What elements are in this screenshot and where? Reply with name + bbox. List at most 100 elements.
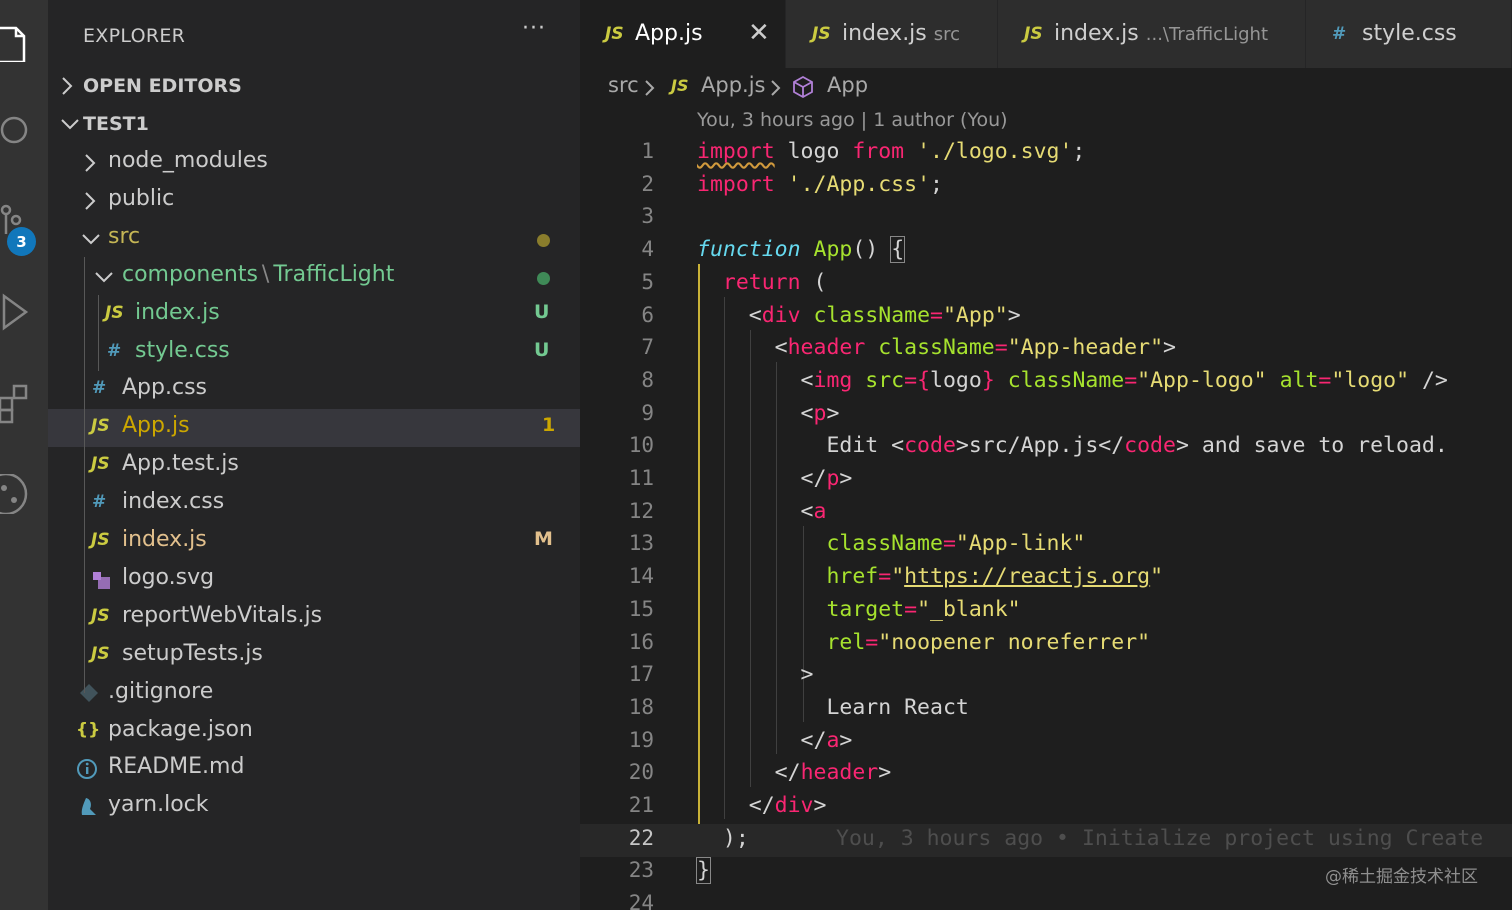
- tab-app-js[interactable]: JS App.js ✕: [580, 0, 786, 68]
- code-line[interactable]: 1 import logo from './logo.svg';: [580, 137, 1512, 170]
- tab-index-js-trafficlight[interactable]: JS index.js ...\TrafficLight: [998, 0, 1306, 68]
- svg-file-icon: [93, 571, 110, 589]
- tree-file-style-css[interactable]: # style.css U: [48, 334, 580, 372]
- code-line[interactable]: 12 <a: [580, 497, 1512, 530]
- chevron-right-icon: [62, 77, 73, 95]
- code-text: Edit <code>src/App.js</code> and save to…: [697, 433, 1448, 459]
- code-line[interactable]: 16 rel="noopener noreferrer": [580, 628, 1512, 661]
- code-text: import logo from './logo.svg';: [697, 139, 1086, 164]
- code-line[interactable]: 11 </p>: [580, 464, 1512, 497]
- code-text: <header className="App-header">: [697, 335, 1176, 361]
- tree-file-package-json[interactable]: {} package.json: [48, 713, 580, 751]
- breadcrumb-folder[interactable]: src: [608, 73, 639, 97]
- line-number: 18: [628, 694, 654, 719]
- git-graph-icon[interactable]: [0, 474, 30, 514]
- tab-label: App.js: [635, 21, 703, 46]
- tree-file-index-js[interactable]: JS index.js U: [48, 296, 580, 334]
- tab-label: index.js: [1054, 21, 1139, 46]
- code-text: import './App.css';: [697, 171, 943, 197]
- code-text: rel="noopener noreferrer": [826, 629, 1151, 655]
- code-line[interactable]: 9 <p>: [580, 399, 1512, 432]
- chevron-right-icon: [645, 80, 655, 96]
- line-number: 2: [641, 171, 654, 196]
- tab-description: ...\TrafficLight: [1145, 24, 1268, 45]
- code-line[interactable]: 6 <div className="App">: [580, 301, 1512, 334]
- explorer-icon[interactable]: [0, 22, 30, 62]
- code-line[interactable]: 8 <img src={logo} className="App-logo" a…: [580, 366, 1512, 399]
- line-number: 10: [628, 433, 654, 458]
- code-line[interactable]: 22 ); You, 3 hours ago • Initialize proje…: [580, 823, 1512, 857]
- breadcrumb-symbol[interactable]: App: [827, 73, 868, 97]
- code-text: <a: [697, 498, 827, 524]
- tree-file-index-js[interactable]: JS index.js M: [48, 523, 580, 561]
- tree-item-label: App.js: [122, 413, 190, 439]
- run-debug-icon[interactable]: [0, 292, 30, 332]
- tree-item-label: src: [108, 223, 141, 249]
- section-open-editors[interactable]: OPEN EDITORS: [48, 68, 580, 106]
- chevron-right-icon: [85, 192, 96, 210]
- extensions-icon[interactable]: [0, 384, 30, 424]
- more-actions-icon[interactable]: ···: [522, 16, 546, 41]
- code-line[interactable]: 13 className="App-link": [580, 529, 1512, 562]
- tree-folder-components[interactable]: components \ TrafficLight: [48, 258, 580, 296]
- tree-item-label-compact: TrafficLight: [273, 261, 395, 287]
- tree-folder-node-modules[interactable]: node_modules: [48, 144, 580, 182]
- info-file-icon: [77, 759, 97, 780]
- tree-file-reportwebvitals-js[interactable]: JS reportWebVitals.js: [48, 599, 580, 637]
- code-line[interactable]: 21 </div>: [580, 791, 1512, 824]
- code-line[interactable]: 10 Edit <code>src/App.js</code> and save…: [580, 431, 1512, 464]
- code-text: function App() {: [697, 236, 906, 264]
- tree-item-label: README.md: [108, 754, 245, 780]
- tab-style-css[interactable]: # style.css: [1306, 0, 1512, 68]
- tree-folder-src[interactable]: src: [48, 220, 580, 258]
- close-icon[interactable]: ✕: [748, 18, 770, 48]
- code-line[interactable]: 4 function App() {: [580, 235, 1512, 268]
- code-line[interactable]: 5 return (: [580, 268, 1512, 301]
- tree-file-logo-svg[interactable]: logo.svg: [48, 561, 580, 599]
- css-file-icon: #: [92, 492, 107, 513]
- section-project[interactable]: TEST1: [48, 106, 580, 144]
- code-editor[interactable]: You, 3 hours ago | 1 author (You) 1 impor…: [580, 106, 1512, 910]
- chevron-down-icon: [95, 271, 113, 283]
- code-line[interactable]: 3: [580, 202, 1512, 235]
- search-icon[interactable]: [0, 110, 30, 150]
- tab-description: src: [933, 24, 961, 45]
- yarn-file-icon: [81, 798, 96, 816]
- git-status-badge: 1: [542, 414, 556, 437]
- tree-file-app-test-js[interactable]: JS App.test.js: [48, 447, 580, 485]
- code-line[interactable]: 14 href="https://reactjs.org": [580, 562, 1512, 595]
- tab-index-js-src[interactable]: JS index.js src: [786, 0, 998, 68]
- code-text: className="App-link": [826, 531, 1086, 557]
- line-number: 14: [628, 564, 654, 589]
- line-number: 13: [628, 531, 654, 556]
- tree-file-setuptests-js[interactable]: JS setupTests.js: [48, 637, 580, 675]
- code-line[interactable]: 7 <header className="App-header">: [580, 333, 1512, 366]
- tree-folder-public[interactable]: public: [48, 182, 580, 220]
- line-number: 7: [641, 335, 654, 360]
- chevron-right-icon: [85, 154, 96, 172]
- section-label: OPEN EDITORS: [83, 75, 242, 97]
- code-text: return (: [722, 269, 827, 295]
- code-line[interactable]: 20 </header>: [580, 758, 1512, 791]
- js-file-icon: JS: [105, 302, 124, 323]
- code-line[interactable]: 18 Learn React: [580, 693, 1512, 726]
- code-line[interactable]: 17 >: [580, 660, 1512, 693]
- tree-file-index-css[interactable]: # index.css: [48, 485, 580, 523]
- tree-file-app-js[interactable]: JS App.js 1: [48, 409, 580, 448]
- code-line[interactable]: 15 target="_blank": [580, 595, 1512, 628]
- code-line[interactable]: 24: [580, 889, 1512, 910]
- tree-file-yarn-lock[interactable]: yarn.lock: [48, 788, 580, 826]
- code-text: target="_blank": [826, 596, 1021, 622]
- tree-file-readme-md[interactable]: README.md: [48, 750, 580, 788]
- line-number: 3: [641, 204, 654, 229]
- codelens-author[interactable]: You, 3 hours ago | 1 author (You): [697, 109, 1008, 131]
- chevron-right-icon: [771, 80, 781, 96]
- activity-bar: 3: [0, 0, 48, 910]
- breadcrumb-file[interactable]: App.js: [701, 73, 765, 97]
- code-line[interactable]: 2 import './App.css';: [580, 170, 1512, 203]
- tab-label: style.css: [1362, 21, 1457, 46]
- code-line[interactable]: 19 </a>: [580, 726, 1512, 759]
- tree-file-gitignore[interactable]: .gitignore: [48, 675, 580, 713]
- tree-file-app-css[interactable]: # App.css: [48, 371, 580, 409]
- line-number: 8: [641, 367, 654, 392]
